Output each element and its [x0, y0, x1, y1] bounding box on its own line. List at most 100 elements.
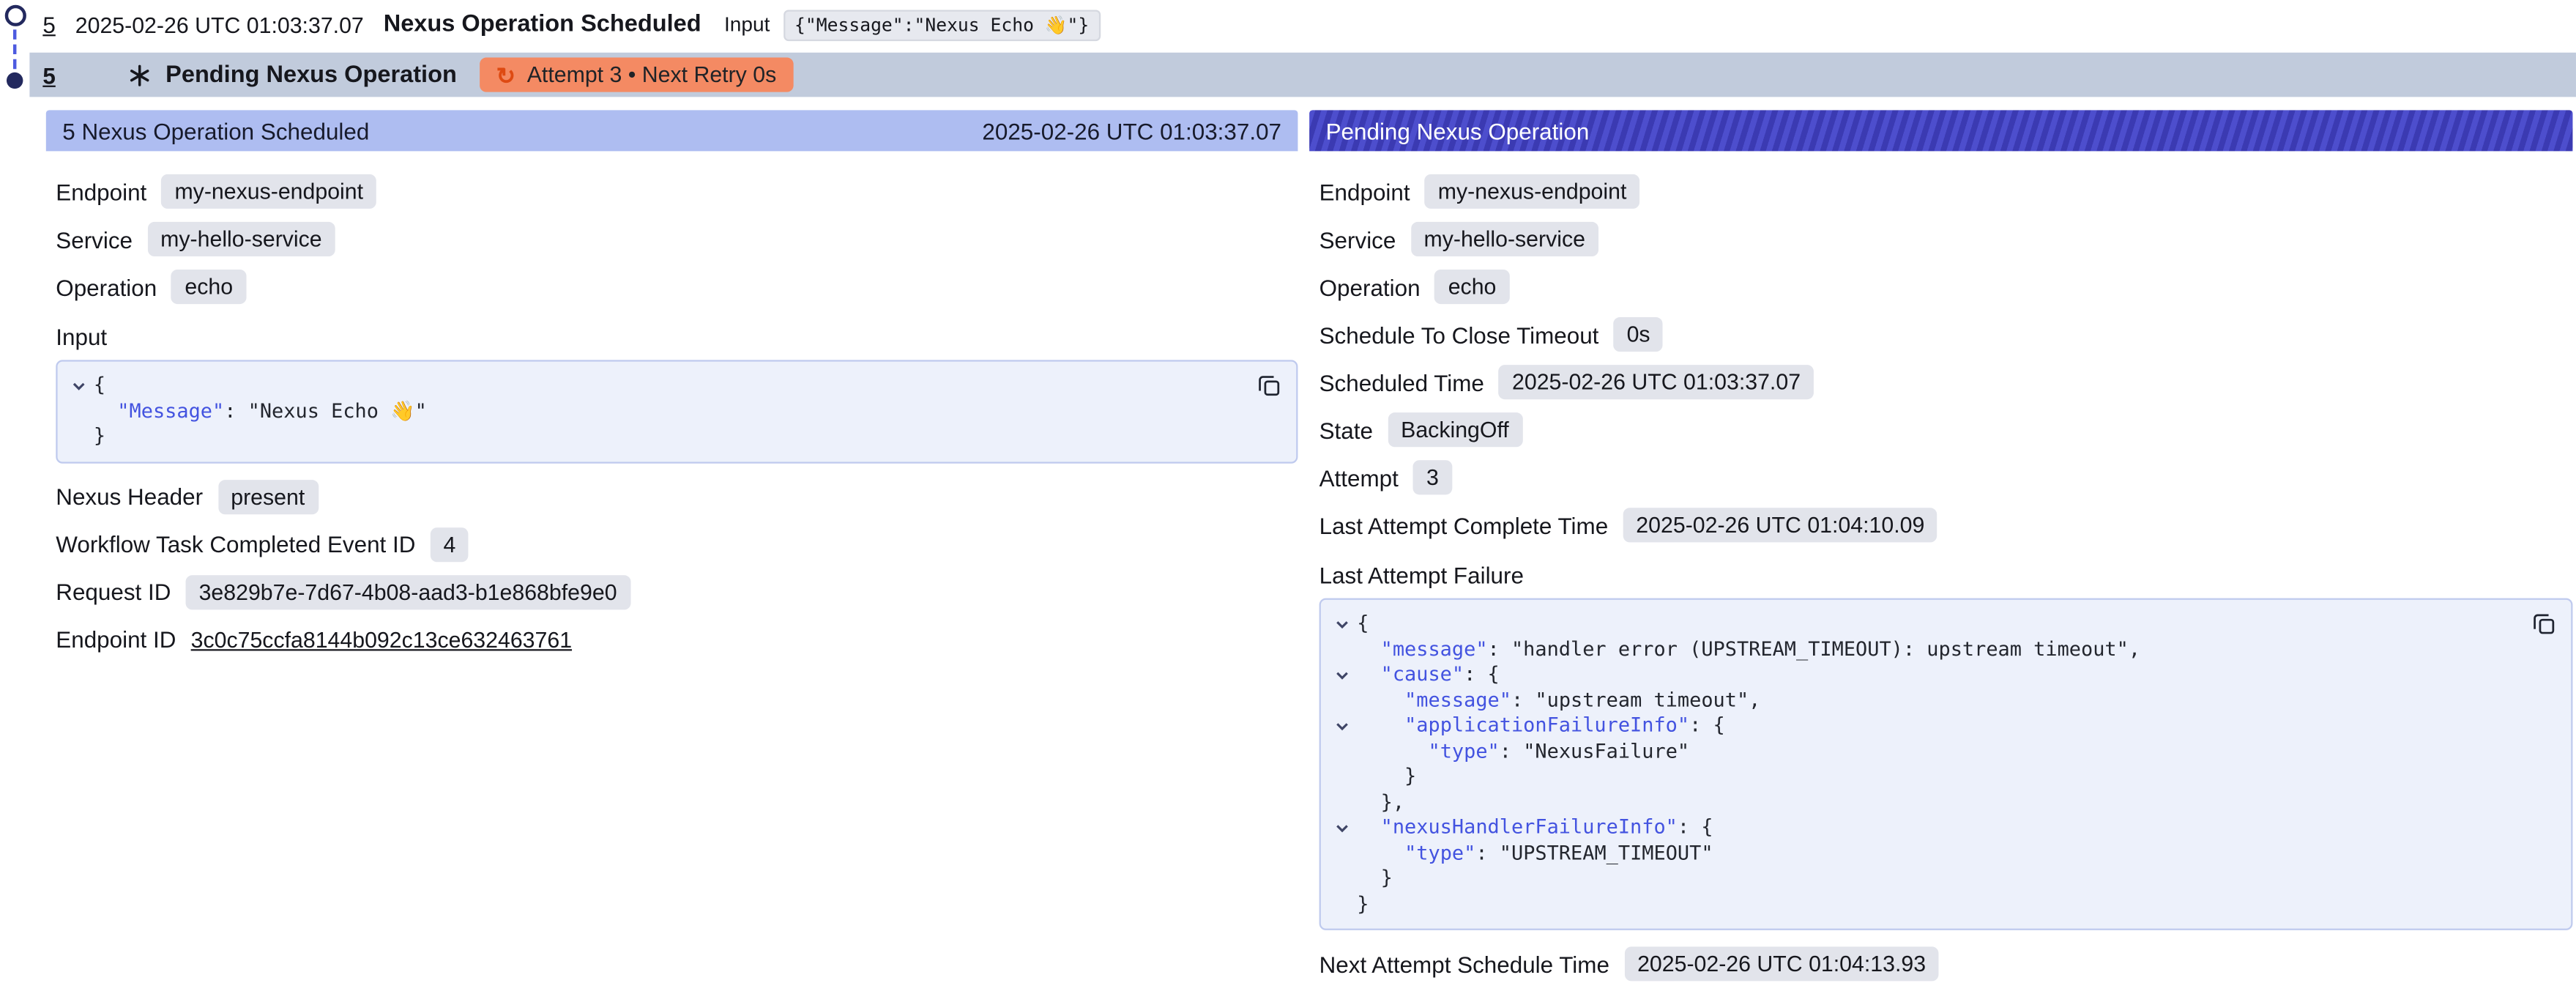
detail-field-row: StateBackingOff [1319, 412, 2573, 447]
detail-field-row: Next Attempt Schedule Time2025-02-26 UTC… [1319, 946, 2573, 981]
code-gutter [64, 424, 94, 450]
field-label: Endpoint [1319, 178, 1410, 204]
code-text: } [94, 424, 105, 450]
code-text: } [1357, 866, 1393, 891]
input-section-label: Input [56, 324, 1298, 350]
code-text: { [1357, 612, 1369, 637]
code-text: "applicationFailureInfo": { [1357, 713, 1725, 739]
collapse-chevron-icon[interactable] [1328, 815, 1357, 841]
failure-json-code: { "message": "handler error (UPSTREAM_TI… [1328, 612, 2515, 917]
event-fields-bottom: Nexus Headerpresent Workflow Task Complet… [56, 479, 1298, 656]
field-value-badge: my-nexus-endpoint [162, 174, 376, 209]
field-value-badge: my-nexus-endpoint [1425, 174, 1639, 209]
field-label: Service [1319, 226, 1396, 252]
field-label: Nexus Header [56, 483, 203, 510]
detail-field-row: Endpoint my-nexus-endpoint [56, 174, 1298, 209]
copy-icon[interactable] [1254, 370, 1285, 401]
pending-event-id-link[interactable]: 5 [42, 62, 55, 88]
collapse-chevron-icon[interactable] [1328, 713, 1357, 739]
detail-field-row: Nexus Headerpresent [56, 479, 1298, 513]
code-gutter [1328, 866, 1357, 891]
code-line: { [1328, 612, 2515, 637]
pending-fields-top: Endpoint my-nexus-endpoint Service my-hello… [1319, 174, 2573, 543]
detail-field-row: Last Attempt Complete Time2025-02-26 UTC… [1319, 508, 2573, 542]
code-line: "nexusHandlerFailureInfo": { [1328, 815, 2515, 841]
detail-field-row: Endpoint ID 3c0c75ccfa8144b092c13ce632463… [56, 622, 1298, 656]
field-label: Operation [56, 274, 157, 300]
field-label: Service [56, 226, 133, 252]
code-line: } [1328, 891, 2515, 917]
field-label: Attempt [1319, 464, 1399, 491]
detail-field-row: Servicemy-hello-service [56, 222, 1298, 256]
collapse-chevron-icon[interactable] [64, 373, 94, 398]
event-timeline [3, 5, 26, 89]
detail-field-row: Endpoint my-nexus-endpoint [1319, 174, 2573, 209]
code-gutter [1328, 688, 1357, 713]
collapse-chevron-icon[interactable] [1328, 662, 1357, 688]
code-text: { [94, 373, 105, 398]
code-gutter [64, 398, 94, 424]
event-id-link[interactable]: 5 [42, 12, 55, 38]
code-line: "Message": "Nexus Echo 👋" [64, 398, 1240, 424]
detail-field-row: Workflow Task Completed Event ID4 [56, 527, 1298, 561]
collapse-chevron-icon[interactable] [1328, 612, 1357, 637]
pending-operation-row[interactable]: 5 Pending Nexus Operation ↻ Attempt 3 • … [29, 53, 2576, 97]
field-value-link[interactable]: 3c0c75ccfa8144b092c13ce632463761 [191, 627, 572, 652]
code-line: "type": "UPSTREAM_TIMEOUT" [1328, 841, 2515, 867]
detail-field-row: Attempt3 [1319, 460, 2573, 494]
detail-panels: 5 Nexus Operation Scheduled 2025-02-26 U… [46, 110, 2576, 994]
field-label: Request ID [56, 579, 171, 605]
field-label: Endpoint ID [56, 626, 176, 653]
code-line: } [1328, 866, 2515, 891]
event-history-row[interactable]: 5 2025-02-26 UTC 01:03:37.07 Nexus Opera… [0, 0, 2576, 49]
workflow-history-view: 5 2025-02-26 UTC 01:03:37.07 Nexus Opera… [0, 0, 2576, 957]
code-text: } [1357, 891, 1369, 917]
code-line: }, [1328, 790, 2515, 815]
input-json-viewer: { "Message": "Nexus Echo 👋"} [56, 360, 1298, 462]
event-detail-header: 5 Nexus Operation Scheduled 2025-02-26 U… [46, 110, 1298, 151]
timeline-current-node-icon [7, 73, 23, 89]
code-text: } [1357, 764, 1416, 790]
detail-field-row: Service my-hello-service [1319, 222, 2573, 256]
code-text: "type": "UPSTREAM_TIMEOUT" [1357, 841, 1713, 867]
detail-field-row: Operation echo [1319, 270, 2573, 304]
detail-field-row: Request ID 3e829b7e-7d67-4b08-aad3-b1e868… [56, 574, 1298, 609]
code-line: } [1328, 764, 2515, 790]
field-label: Last Attempt Complete Time [1319, 512, 1609, 538]
code-gutter [1328, 891, 1357, 917]
retry-attempt-text: Attempt 3 • Next Retry 0s [527, 62, 777, 87]
field-value-badge: 0s [1614, 317, 1664, 352]
field-value-badge: echo [1435, 270, 1510, 304]
code-line: "applicationFailureInfo": { [1328, 713, 2515, 739]
retry-attempt-badge: ↻ Attempt 3 • Next Retry 0s [480, 58, 792, 92]
field-value-badge: my-hello-service [1411, 222, 1598, 256]
code-line: } [64, 424, 1240, 450]
field-value-badge: 3e829b7e-7d67-4b08-aad3-b1e868bfe9e0 [186, 574, 630, 609]
field-label: Endpoint [56, 178, 146, 204]
code-line: "type": "NexusFailure" [1328, 738, 2515, 764]
code-text: "nexusHandlerFailureInfo": { [1357, 815, 1713, 841]
copy-icon[interactable] [2528, 608, 2560, 639]
pending-panel-header-title: Pending Nexus Operation [1326, 117, 1590, 144]
pending-operation-title: Pending Nexus Operation [165, 62, 457, 88]
code-line: "cause": { [1328, 662, 2515, 688]
code-line: "message": "upstream timeout", [1328, 688, 2515, 713]
event-detail-header-time: 2025-02-26 UTC 01:03:37.07 [982, 117, 1281, 144]
pending-fields-bottom: Next Attempt Schedule Time2025-02-26 UTC… [1319, 946, 2573, 981]
field-label: Workflow Task Completed Event ID [56, 531, 415, 557]
timeline-connector [13, 29, 16, 69]
code-text: "message": "upstream timeout", [1357, 688, 1760, 713]
event-input-preview-badge: {"Message":"Nexus Echo 👋"} [783, 9, 1101, 40]
input-json-code: { "Message": "Nexus Echo 👋"} [64, 373, 1240, 449]
code-gutter [1328, 738, 1357, 764]
timeline-open-node-icon [4, 5, 26, 26]
code-text: "message": "handler error (UPSTREAM_TIME… [1357, 637, 2140, 662]
event-input-label: Input [724, 13, 770, 36]
field-label: Operation [1319, 274, 1421, 300]
event-timestamp: 2025-02-26 UTC 01:03:37.07 [75, 12, 364, 37]
code-line: { [64, 373, 1240, 398]
code-text: }, [1357, 790, 1404, 815]
pending-operation-panel: Pending Nexus Operation Endpoint my-nexus… [1309, 110, 2572, 994]
detail-field-row: Schedule To Close Timeout0s [1319, 317, 2573, 352]
code-gutter [1328, 841, 1357, 867]
